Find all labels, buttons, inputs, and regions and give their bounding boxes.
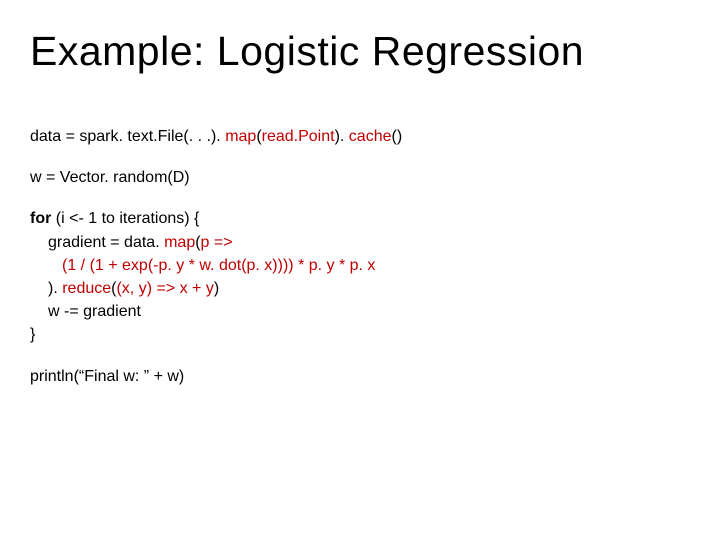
code-line-6: ). reduce((x, y) => x + y) xyxy=(30,280,219,297)
code-text: println(“Final w: ” + w) xyxy=(30,368,184,385)
code-keyword-for: for xyxy=(30,210,51,227)
code-text: data = spark. text.File(. . .). xyxy=(30,128,225,145)
code-text: ). xyxy=(48,280,62,297)
code-keyword-reduce: reduce xyxy=(62,280,111,297)
code-line-2: w = Vector. random(D) xyxy=(30,166,690,189)
code-keyword-cache: cache xyxy=(349,128,392,145)
code-lambda-xy: (x, y) => x + y xyxy=(116,280,213,297)
code-line-1: data = spark. text.File(. . .). map(read… xyxy=(30,125,690,148)
code-text: w = Vector. random(D) xyxy=(30,169,190,186)
code-lambda-p: p => xyxy=(201,234,233,251)
code-block-for: for (i <- 1 to iterations) { gradient = … xyxy=(30,207,690,346)
code-line-4: gradient = data. map(p => xyxy=(30,234,233,251)
slide-title: Example: Logistic Regression xyxy=(30,28,690,75)
code-text: ) xyxy=(214,280,219,297)
slide: Example: Logistic Regression data = spar… xyxy=(0,0,720,418)
code-text: (i <- 1 to iterations) { xyxy=(51,210,199,227)
code-text: ). xyxy=(335,128,349,145)
code-line-7: w -= gradient xyxy=(30,303,141,320)
code-text: gradient = data. xyxy=(48,234,164,251)
code-text: () xyxy=(392,128,403,145)
code-keyword-readpoint: read.Point xyxy=(262,128,335,145)
code-line-9: println(“Final w: ” + w) xyxy=(30,365,690,388)
code-keyword-map: map xyxy=(225,128,256,145)
code-block: data = spark. text.File(. . .). map(read… xyxy=(30,125,690,388)
code-keyword-map: map xyxy=(164,234,195,251)
code-line-8: } xyxy=(30,326,35,343)
code-line-5: (1 / (1 + exp(-p. y * w. dot(p. x)))) * … xyxy=(30,257,375,274)
